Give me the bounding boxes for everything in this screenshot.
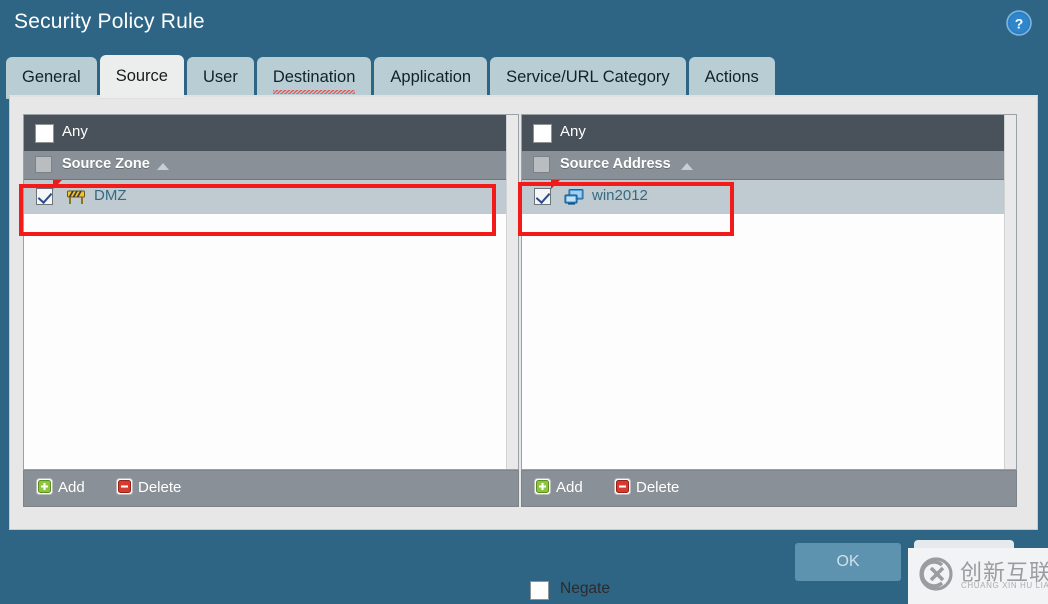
- source-zone-column-header[interactable]: Source Zone: [24, 151, 518, 180]
- source-zone-add-button[interactable]: Add: [36, 478, 85, 500]
- source-address-list-body[interactable]: [522, 214, 1016, 469]
- source-address-scrollbar[interactable]: [1004, 115, 1016, 469]
- ok-button[interactable]: OK: [795, 543, 901, 581]
- tab-label: Actions: [705, 68, 759, 86]
- source-zone-scrollbar[interactable]: [506, 115, 518, 469]
- tab-label: General: [22, 68, 81, 86]
- row-label[interactable]: DMZ: [94, 187, 127, 204]
- watermark-pinyin-text: CHUANG XIN HU LIAN: [961, 581, 1048, 590]
- add-label: Add: [58, 479, 85, 496]
- delete-label: Delete: [138, 479, 181, 496]
- table-row[interactable]: DMZ: [24, 180, 518, 214]
- modified-flag-icon: [53, 180, 62, 189]
- row-checkbox[interactable]: [534, 188, 551, 205]
- source-address-any-label: Any: [560, 123, 586, 140]
- watermark-cx-icon: [918, 556, 954, 592]
- tab-application[interactable]: Application: [374, 57, 487, 99]
- dialog-titlebar: Security Policy Rule ?: [0, 0, 1048, 52]
- sort-ascending-icon[interactable]: [157, 163, 169, 170]
- spellcheck-underline: [273, 90, 356, 94]
- source-zone-panel: Any Source Zone DMZ: [23, 114, 519, 470]
- source-zone-any-row[interactable]: Any: [24, 115, 518, 151]
- row-label[interactable]: win2012: [592, 187, 648, 204]
- source-address-any-checkbox[interactable]: [533, 124, 552, 143]
- delete-minus-icon: [614, 478, 631, 495]
- source-address-any-row[interactable]: Any: [522, 115, 1016, 151]
- tab-label: Source: [116, 67, 168, 85]
- security-policy-rule-dialog: Security Policy Rule ? General Source Us…: [0, 0, 1048, 604]
- source-address-column-label: Source Address: [560, 156, 671, 172]
- tab-label: Destination: [273, 68, 356, 86]
- source-address-column-header[interactable]: Source Address: [522, 151, 1016, 180]
- tab-user[interactable]: User: [187, 57, 254, 99]
- source-zone-toolbar: Add Delete: [23, 470, 519, 507]
- source-tab-content: Any Source Zone DMZ: [9, 95, 1038, 530]
- source-zone-column-label: Source Zone: [62, 156, 150, 172]
- source-address-toolbar: Add Delete: [521, 470, 1017, 507]
- tab-bar: General Source User Destination Applicat…: [6, 55, 778, 97]
- computer-monitor-icon: [564, 187, 584, 207]
- source-zone-list-body[interactable]: [24, 214, 518, 469]
- zone-barrier-icon: [66, 187, 86, 207]
- add-plus-icon: [36, 478, 53, 495]
- tab-service-url-category[interactable]: Service/URL Category: [490, 57, 686, 99]
- sort-ascending-icon[interactable]: [681, 163, 693, 170]
- tab-label: Service/URL Category: [506, 68, 670, 86]
- delete-minus-icon: [116, 478, 133, 495]
- source-address-delete-button[interactable]: Delete: [614, 478, 679, 500]
- svg-text:?: ?: [1015, 16, 1024, 32]
- page-title: Security Policy Rule: [14, 10, 205, 34]
- delete-label: Delete: [636, 479, 679, 496]
- add-label: Add: [556, 479, 583, 496]
- negate-label: Negate: [560, 580, 610, 598]
- table-row[interactable]: win2012: [522, 180, 1016, 214]
- tab-general[interactable]: General: [6, 57, 97, 99]
- tab-actions[interactable]: Actions: [689, 57, 775, 99]
- modified-flag-icon: [551, 180, 560, 189]
- help-circle-icon[interactable]: ?: [1006, 10, 1032, 36]
- negate-checkbox[interactable]: [530, 581, 549, 600]
- watermark-logo: 创新互联 CHUANG XIN HU LIAN: [908, 548, 1048, 604]
- source-address-select-all-checkbox[interactable]: [533, 156, 550, 173]
- tab-source[interactable]: Source: [100, 55, 184, 99]
- source-zone-select-all-checkbox[interactable]: [35, 156, 52, 173]
- row-checkbox[interactable]: [36, 188, 53, 205]
- add-plus-icon: [534, 478, 551, 495]
- source-zone-delete-button[interactable]: Delete: [116, 478, 181, 500]
- tab-label: User: [203, 68, 238, 86]
- source-address-add-button[interactable]: Add: [534, 478, 583, 500]
- tab-destination[interactable]: Destination: [257, 57, 372, 99]
- source-zone-any-label: Any: [62, 123, 88, 140]
- tab-label: Application: [390, 68, 471, 86]
- source-address-panel: Any Source Address: [521, 114, 1017, 470]
- source-zone-any-checkbox[interactable]: [35, 124, 54, 143]
